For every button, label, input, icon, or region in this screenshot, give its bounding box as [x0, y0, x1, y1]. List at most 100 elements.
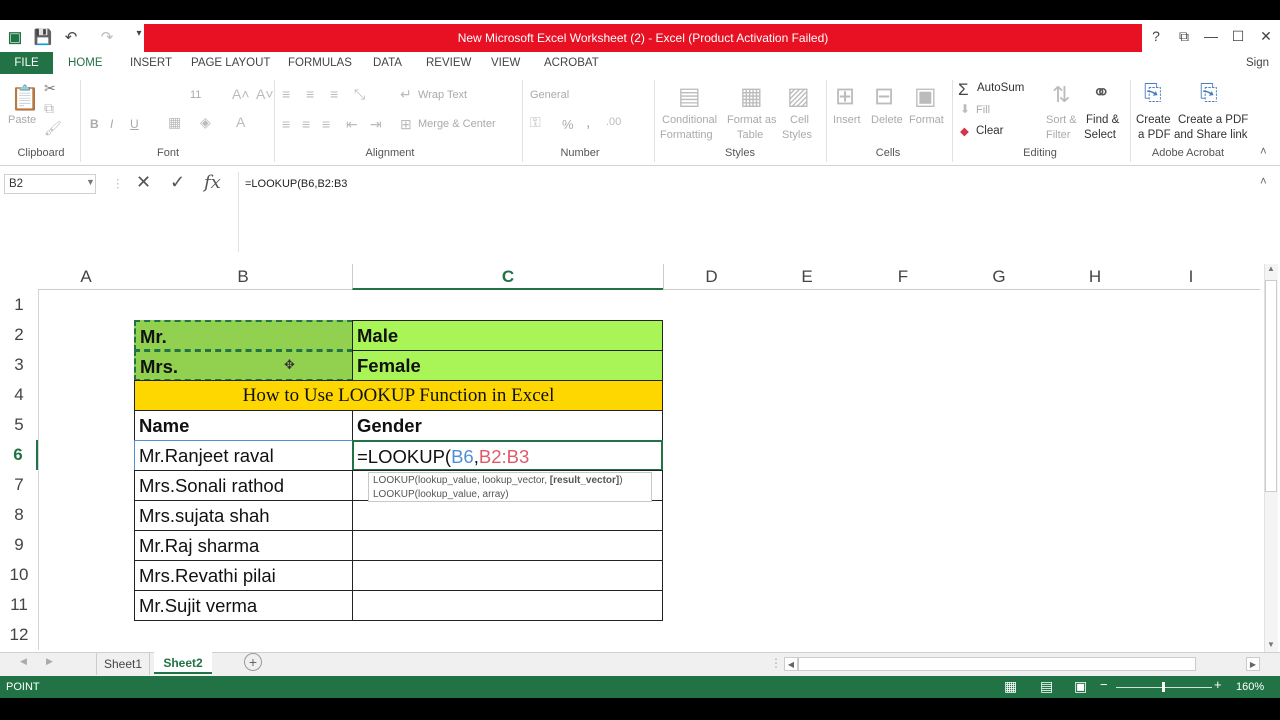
cell-b2[interactable]: Mr. — [134, 320, 353, 351]
cut-icon[interactable]: ✂ — [44, 80, 56, 97]
insert-function-icon[interactable]: fx — [204, 172, 221, 193]
tab-acrobat[interactable]: ACROBAT — [540, 52, 603, 74]
paste-button-label[interactable]: Paste — [8, 114, 36, 126]
share-pdf-label-1[interactable]: Create a PDF — [1178, 114, 1248, 126]
name-box-dropdown-icon[interactable]: ▼ — [86, 177, 95, 187]
maximize-icon[interactable]: ☐ — [1226, 28, 1250, 45]
format-as-table-label-1[interactable]: Format as — [727, 114, 777, 126]
horizontal-scroll-thumb[interactable] — [798, 657, 1196, 671]
row-header-12[interactable]: 12 — [0, 620, 38, 650]
sort-filter-label-1[interactable]: Sort & — [1046, 114, 1077, 126]
cancel-entry-icon[interactable]: ✕ — [136, 172, 151, 193]
align-bottom-icon[interactable]: ≡ — [330, 86, 338, 102]
enter-entry-icon[interactable]: ✓ — [170, 172, 185, 193]
row-header-3[interactable]: 3 — [0, 350, 38, 380]
align-left-icon[interactable]: ≡ — [282, 116, 290, 132]
sort-filter-label-2[interactable]: Filter — [1046, 129, 1070, 141]
column-header-c[interactable]: C — [352, 264, 663, 290]
cell-c11[interactable] — [352, 590, 663, 621]
percent-button[interactable]: % — [562, 117, 574, 132]
tab-view[interactable]: VIEW — [487, 52, 524, 74]
find-select-label-2[interactable]: Select — [1084, 129, 1116, 141]
format-as-table-icon[interactable]: ▦ — [740, 82, 763, 111]
collapse-formula-bar-icon[interactable]: ˄ — [1260, 176, 1267, 188]
row-header-2[interactable]: 2 — [0, 320, 38, 350]
cell-styles-icon[interactable]: ▨ — [787, 82, 810, 111]
fill-icon[interactable]: ⬇ — [960, 102, 970, 116]
name-box[interactable]: B2 — [4, 174, 96, 194]
sort-filter-icon[interactable]: ⇅ — [1052, 82, 1070, 108]
row-header-6[interactable]: 6 — [0, 440, 38, 470]
zoom-level[interactable]: 160% — [1236, 676, 1264, 698]
new-sheet-icon[interactable]: + — [244, 653, 262, 671]
clear-button[interactable]: Clear — [976, 125, 1003, 137]
copy-icon[interactable]: ⧉ — [44, 100, 54, 117]
tab-review[interactable]: REVIEW — [422, 52, 475, 74]
merge-center-icon[interactable]: ⊞ — [400, 116, 412, 133]
binoculars-icon[interactable]: ⚭ — [1092, 80, 1110, 106]
cell-c10[interactable] — [352, 560, 663, 591]
increase-decimal-icon[interactable]: .00 — [606, 116, 621, 128]
eraser-icon[interactable]: ◆ — [960, 124, 969, 138]
close-icon[interactable]: ✕ — [1254, 28, 1278, 45]
cell-styles-label-2[interactable]: Styles — [782, 129, 812, 141]
column-header-e[interactable]: E — [759, 264, 855, 290]
sheet-tab-sheet1[interactable]: Sheet1 — [96, 653, 150, 675]
create-pdf-label-1[interactable]: Create — [1136, 114, 1171, 126]
collapse-ribbon-icon[interactable]: ˄ — [1260, 146, 1267, 158]
tab-formulas[interactable]: FORMULAS — [284, 52, 356, 74]
page-break-view-icon[interactable]: ▣ — [1074, 678, 1087, 695]
format-cells-icon[interactable]: ▣ — [914, 82, 937, 111]
sign-in-link[interactable]: Sign in — [1242, 52, 1280, 91]
column-header-h[interactable]: H — [1047, 264, 1143, 290]
borders-icon[interactable]: ▦ — [168, 114, 181, 131]
shrink-font-icon[interactable]: A˅ — [256, 86, 274, 102]
conditional-formatting-icon[interactable]: ▤ — [678, 82, 701, 111]
zoom-in-icon[interactable]: + — [1214, 677, 1222, 692]
cell-b11[interactable]: Mr.Sujit verma — [134, 590, 353, 621]
scroll-up-icon[interactable]: ▲ — [1264, 264, 1278, 273]
column-header-a[interactable]: A — [38, 264, 134, 290]
scroll-left-icon[interactable]: ◀ — [784, 657, 798, 671]
share-pdf-label-2[interactable]: and Share link — [1174, 129, 1248, 141]
tab-page-layout[interactable]: PAGE LAYOUT — [187, 52, 274, 74]
minimize-icon[interactable]: — — [1199, 28, 1223, 44]
find-select-label-1[interactable]: Find & — [1086, 114, 1119, 126]
normal-view-icon[interactable]: ▦ — [1004, 678, 1017, 695]
cell-c3[interactable]: Female — [352, 350, 663, 381]
merge-center-button[interactable]: Merge & Center — [418, 118, 496, 130]
insert-cells-icon[interactable]: ⊞ — [835, 82, 855, 111]
scroll-right-icon[interactable]: ▶ — [1246, 657, 1260, 671]
create-pdf-icon[interactable]: ⎘ — [1144, 80, 1162, 106]
orientation-icon[interactable]: ⤡ — [354, 86, 365, 103]
tab-data[interactable]: DATA — [369, 52, 406, 74]
insert-cells-button[interactable]: Insert — [833, 114, 861, 126]
column-header-d[interactable]: D — [663, 264, 759, 290]
conditional-formatting-label-1[interactable]: Conditional — [662, 114, 717, 126]
save-icon[interactable]: 💾 — [32, 28, 54, 46]
column-header-f[interactable]: F — [855, 264, 951, 290]
cell-c9[interactable] — [352, 530, 663, 561]
sheet-next-icon[interactable]: ▶ — [46, 656, 53, 667]
decrease-indent-icon[interactable]: ⇤ — [346, 116, 358, 133]
create-pdf-label-2[interactable]: a PDF — [1138, 129, 1171, 141]
zoom-slider-thumb[interactable] — [1162, 682, 1165, 692]
autosum-button[interactable]: AutoSum — [977, 82, 1024, 94]
cell-styles-label-1[interactable]: Cell — [790, 114, 809, 126]
cell-c5[interactable]: Gender — [352, 410, 663, 441]
cell-b5[interactable]: Name — [134, 410, 353, 441]
fill-color-icon[interactable]: ◈ — [200, 114, 211, 131]
font-color-icon[interactable]: A — [236, 114, 245, 130]
redo-icon[interactable]: ↷ — [96, 28, 118, 46]
delete-cells-button[interactable]: Delete — [871, 114, 903, 126]
delete-cells-icon[interactable]: ⊟ — [874, 82, 894, 111]
format-as-table-label-2[interactable]: Table — [737, 129, 763, 141]
paste-icon[interactable]: 📋 — [10, 84, 40, 113]
align-center-icon[interactable]: ≡ — [302, 116, 310, 132]
row-header-10[interactable]: 10 — [0, 560, 38, 590]
column-header-b[interactable]: B — [134, 264, 352, 290]
cell-b9[interactable]: Mr.Raj sharma — [134, 530, 353, 561]
row-header-7[interactable]: 7 — [0, 470, 38, 500]
sheet-prev-icon[interactable]: ◀ — [20, 656, 27, 667]
italic-button[interactable]: I — [110, 117, 113, 131]
